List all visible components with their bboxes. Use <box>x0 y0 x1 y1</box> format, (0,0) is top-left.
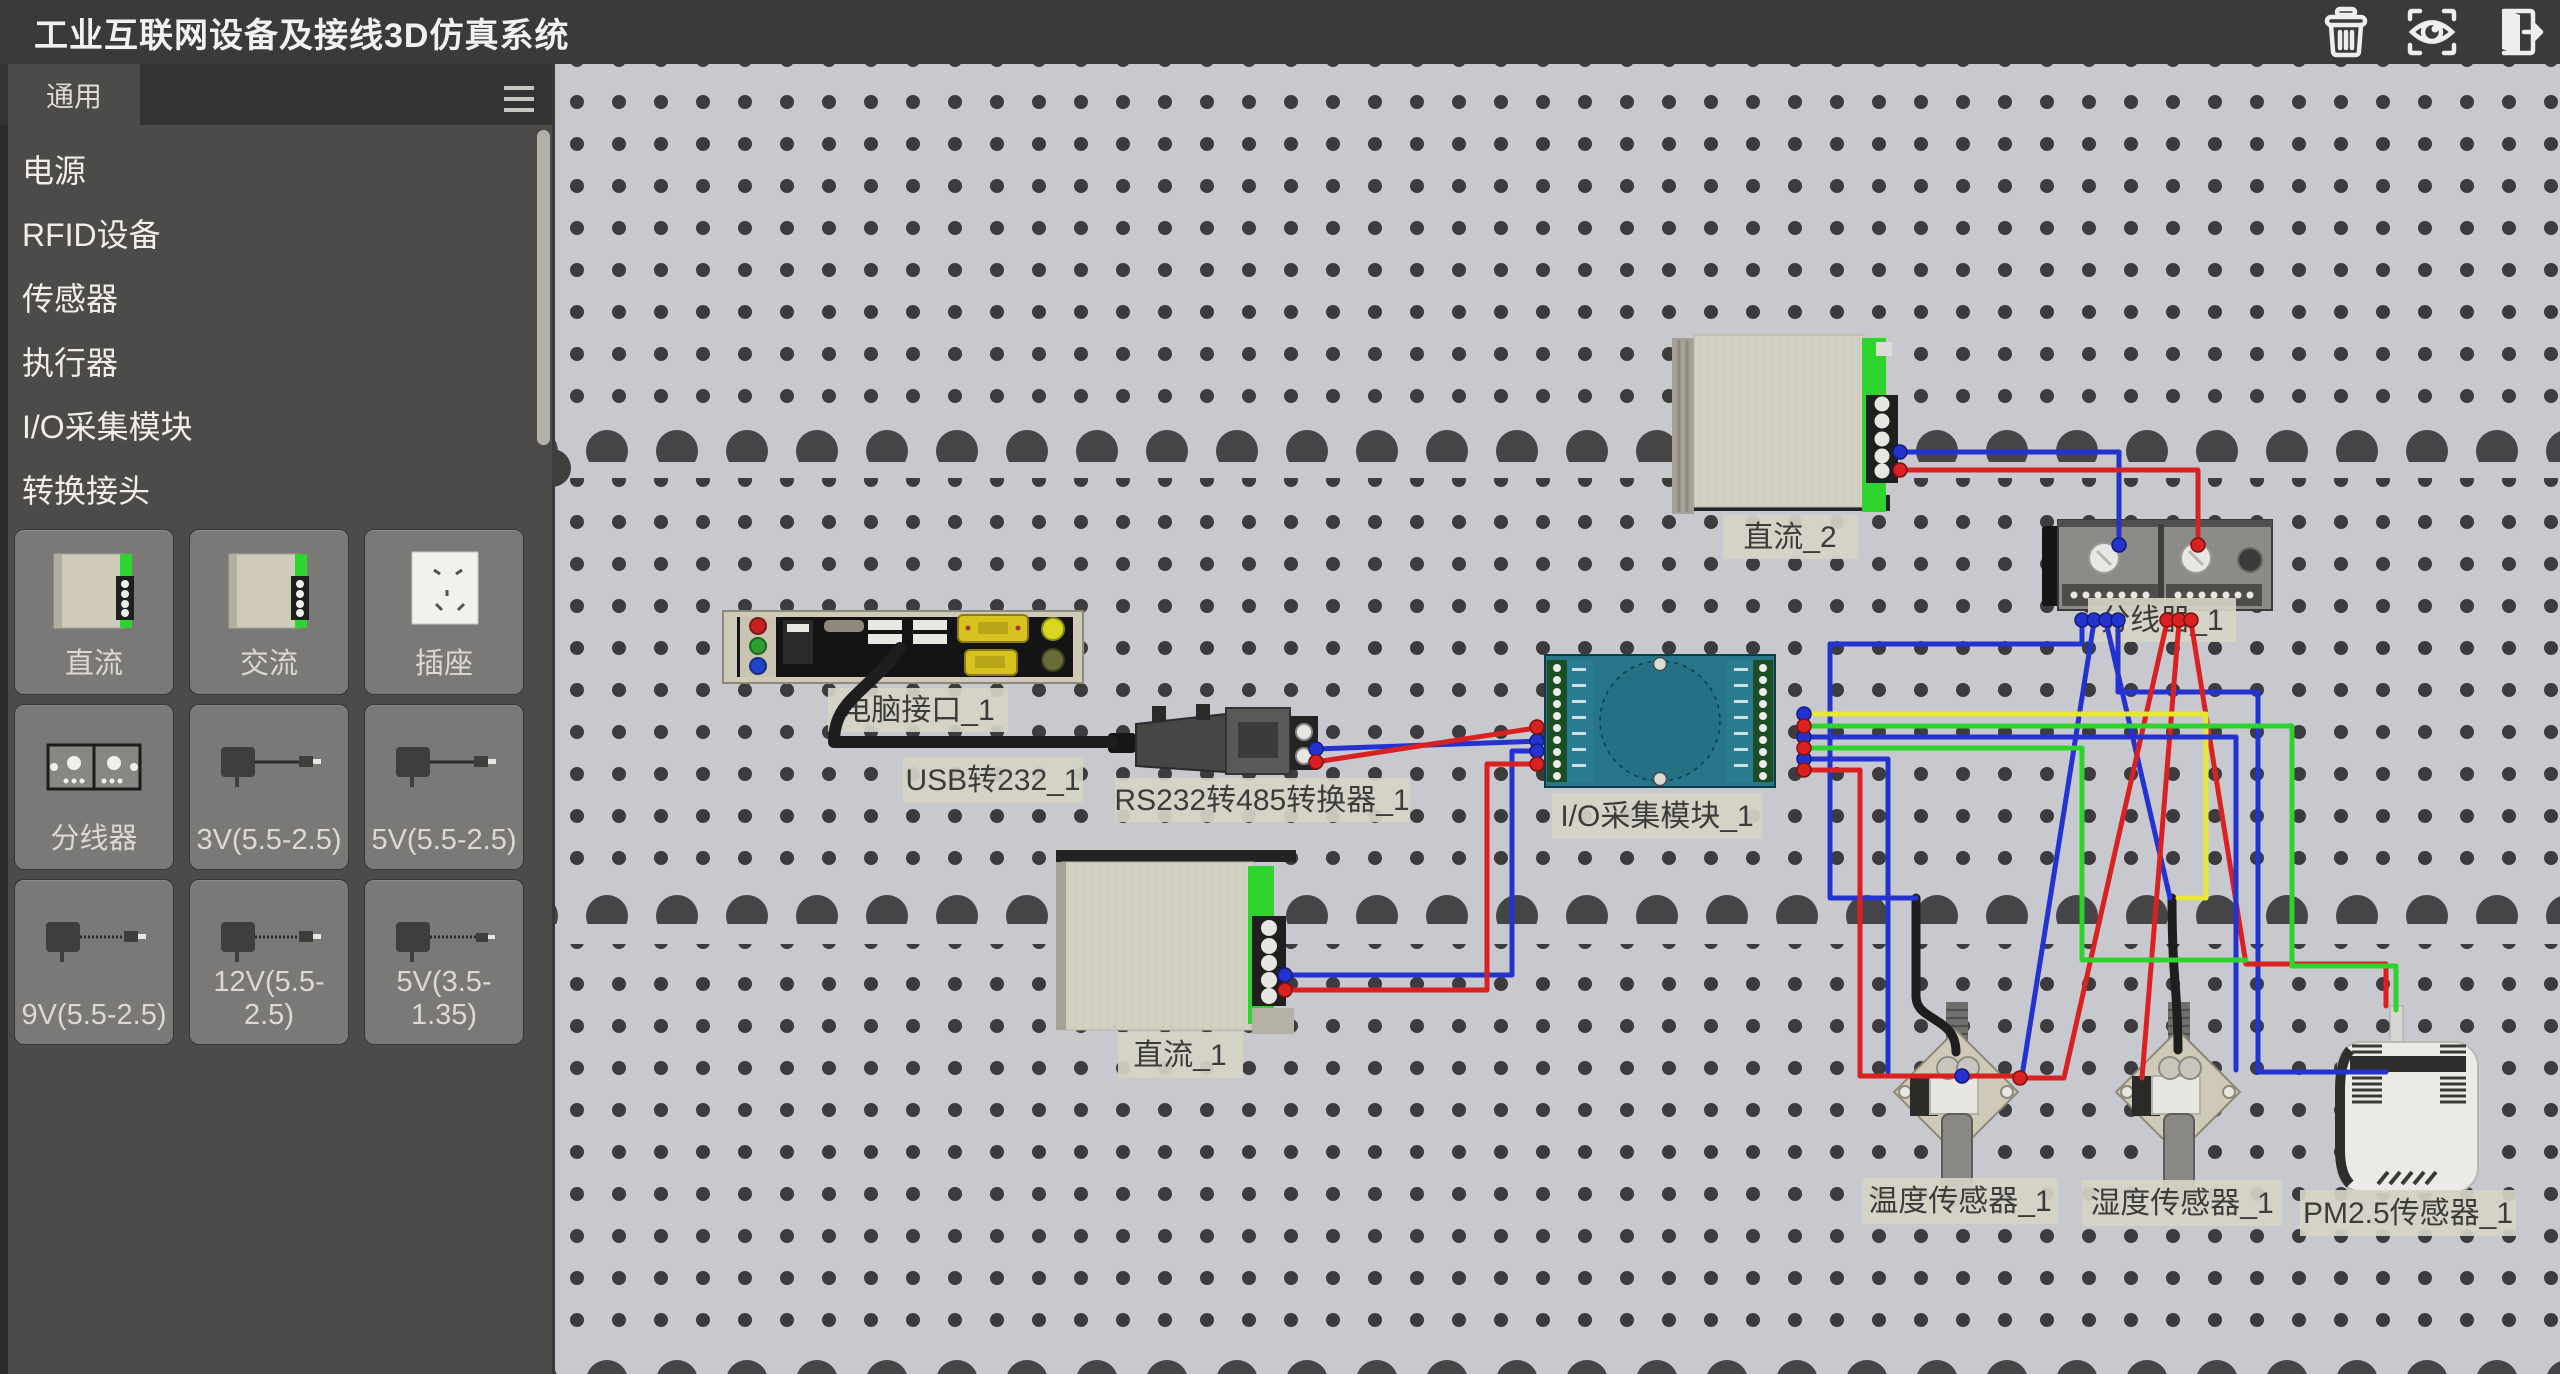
svg-text:RS232转485转换器_1: RS232转485转换器_1 <box>1114 784 1409 817</box>
palette-item-label: 直流 <box>15 640 173 682</box>
exit-button[interactable] <box>2490 4 2546 60</box>
app-window: 直流_2 分线器_1 电脑接口_1 USB转232_1 RS232转485转换器… <box>0 0 2560 1374</box>
category-item-rfid[interactable]: RFID设备 <box>0 203 552 267</box>
socket-icon <box>384 546 504 642</box>
device-label-io-module: I/O采集模块_1 <box>1552 793 1762 839</box>
palette-item-5v[interactable]: 5V(5.5-2.5) <box>364 704 524 870</box>
title-bar: 工业互联网设备及接线3D仿真系统 <box>0 0 2560 64</box>
device-dc-power-1[interactable] <box>1056 850 1296 1034</box>
palette-item-12v[interactable]: 12V(5.5-2.5) <box>189 879 349 1045</box>
sidebar-scrollbar[interactable] <box>537 130 550 445</box>
palette-item-3v[interactable]: 3V(5.5-2.5) <box>189 704 349 870</box>
exit-door-icon <box>2490 5 2546 59</box>
splitter-icon <box>34 721 154 817</box>
category-item-power[interactable]: 电源 <box>0 139 552 203</box>
palette-item-label: 交流 <box>190 640 348 682</box>
pegboard-hole-row-1 <box>552 430 2560 472</box>
device-dc-power-2[interactable] <box>1672 335 1898 514</box>
category-item-sensor[interactable]: 传感器 <box>0 267 552 331</box>
palette-item-label: 12V(5.5-2.5) <box>190 966 348 1032</box>
category-item-adapter[interactable]: 转换接头 <box>0 459 552 523</box>
palette-item-label: 插座 <box>365 640 523 682</box>
device-label-dc2: 直流_2 <box>1723 515 1858 559</box>
svg-text:USB转232_1: USB转232_1 <box>905 764 1080 797</box>
pegboard-hole-row-3 <box>552 1344 2560 1374</box>
palette-item-5v-small[interactable]: 5V(3.5-1.35) <box>364 879 524 1045</box>
category-item-io-module[interactable]: I/O采集模块 <box>0 395 552 459</box>
svg-text:电脑接口_1: 电脑接口_1 <box>841 694 994 727</box>
ac-power-icon <box>209 546 329 642</box>
svg-text:湿度传感器_1: 湿度传感器_1 <box>2090 1187 2273 1220</box>
category-list: 电源 RFID设备 传感器 执行器 I/O采集模块 转换接头 <box>0 125 552 523</box>
device-library-panel: 通用 电源 RFID设备 传感器 执行器 I/O采集模块 转换接头 <box>0 64 555 1374</box>
device-label-temp: 温度传感器_1 <box>1862 1178 2058 1224</box>
focus-view-button[interactable] <box>2404 4 2460 60</box>
eye-focus-icon <box>2404 5 2460 59</box>
tab-general-label: 通用 <box>46 75 102 115</box>
device-label-dc1: 直流_1 <box>1118 1032 1243 1078</box>
delete-button[interactable] <box>2318 4 2374 60</box>
palette-item-dc[interactable]: 直流 <box>14 529 174 695</box>
svg-text:直流_1: 直流_1 <box>1133 1039 1226 1072</box>
svg-text:PM2.5传感器_1: PM2.5传感器_1 <box>2303 1197 2513 1230</box>
device-label-pm25: PM2.5传感器_1 <box>2300 1190 2516 1236</box>
svg-text:温度传感器_1: 温度传感器_1 <box>1868 1185 2051 1218</box>
device-label-usb232: USB转232_1 <box>903 757 1083 803</box>
palette-item-ac[interactable]: 交流 <box>189 529 349 695</box>
svg-text:直流_2: 直流_2 <box>1743 521 1836 554</box>
palette-item-label: 5V(3.5-1.35) <box>365 966 523 1032</box>
svg-text:I/O采集模块_1: I/O采集模块_1 <box>1560 800 1753 833</box>
category-item-actuator[interactable]: 执行器 <box>0 331 552 395</box>
palette-item-label: 9V(5.5-2.5) <box>15 999 173 1032</box>
power-adapter-icon <box>209 721 329 817</box>
palette-item-splitter[interactable]: 分线器 <box>14 704 174 870</box>
device-label-humidity: 湿度传感器_1 <box>2082 1180 2282 1226</box>
palette-item-label: 5V(5.5-2.5) <box>365 824 523 857</box>
device-label-rs232-485: RS232转485转换器_1 <box>1114 778 1410 822</box>
tab-general[interactable]: 通用 <box>8 64 140 125</box>
palette-item-socket[interactable]: 插座 <box>364 529 524 695</box>
menu-icon[interactable] <box>504 86 534 119</box>
device-io-module-1[interactable] <box>1545 655 1775 787</box>
app-title: 工业互联网设备及接线3D仿真系统 <box>34 8 569 57</box>
palette-item-9v[interactable]: 9V(5.5-2.5) <box>14 879 174 1045</box>
device-splitter-1[interactable] <box>2042 520 2272 610</box>
dc-power-icon <box>34 546 154 642</box>
palette-item-label: 3V(5.5-2.5) <box>190 824 348 857</box>
tab-row: 通用 <box>0 64 552 125</box>
palette-item-label: 分线器 <box>15 815 173 857</box>
power-adapter-icon <box>34 896 154 992</box>
power-adapter-icon <box>384 721 504 817</box>
device-palette: 直流 交流 <box>14 529 524 1045</box>
trash-icon <box>2319 5 2373 59</box>
